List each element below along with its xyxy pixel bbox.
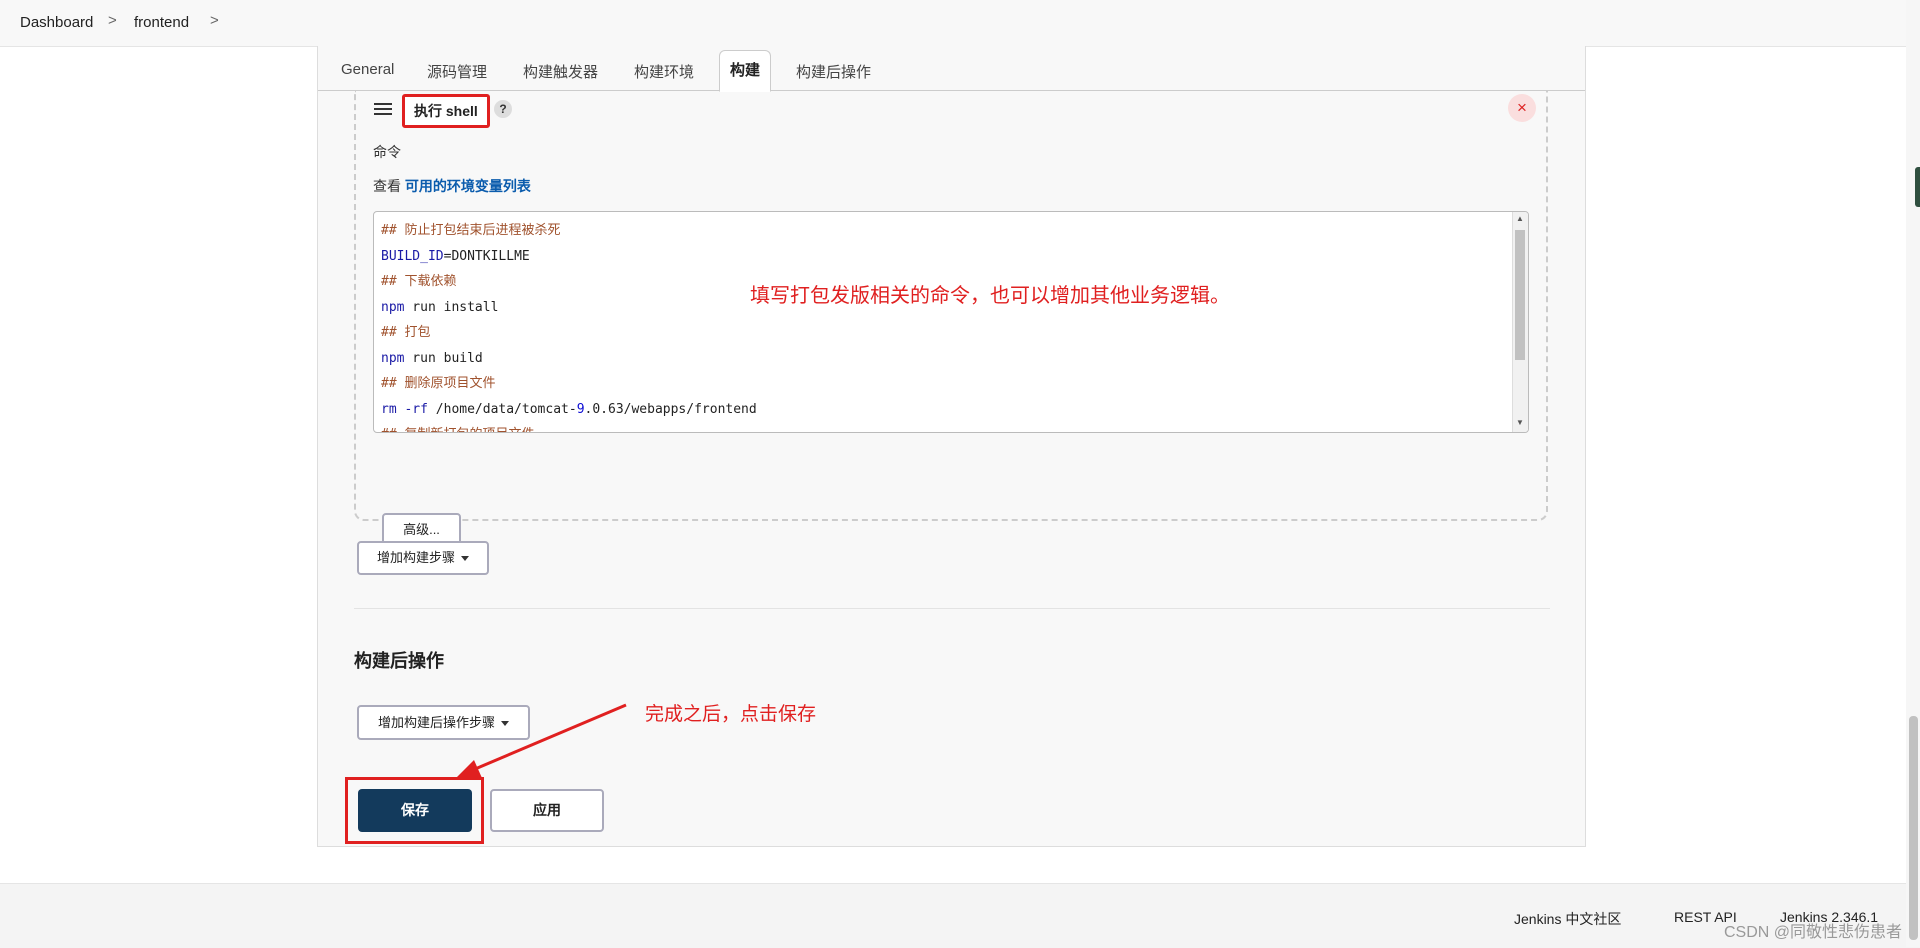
add-build-step-label: 增加构建步骤 xyxy=(376,550,455,565)
breadcrumb-separator-icon: > xyxy=(108,12,117,29)
add-build-step-button[interactable]: 增加构建步骤 xyxy=(357,541,489,575)
env-vars-link[interactable]: 可用的环境变量列表 xyxy=(405,178,531,194)
code-line: rm -rf /home/data/tomcat-9.0.63/webapps/… xyxy=(381,401,757,417)
code-line: ## 打包 xyxy=(381,325,431,340)
env-vars-line: 查看 可用的环境变量列表 xyxy=(373,176,531,196)
apply-button[interactable]: 应用 xyxy=(490,789,604,832)
tab-build-triggers[interactable]: 构建触发器 xyxy=(523,61,598,82)
code-line: ## 下载依赖 xyxy=(381,274,457,289)
footer: Jenkins 中文社区 REST API Jenkins 2.346.1 xyxy=(0,883,1920,948)
tab-build[interactable]: 构建 xyxy=(719,50,772,92)
env-vars-prefix: 查看 xyxy=(373,178,401,194)
editor-scroll-thumb[interactable] xyxy=(1515,230,1525,360)
scroll-down-icon[interactable]: ▼ xyxy=(1516,418,1524,427)
post-build-title: 构建后操作 xyxy=(354,651,444,671)
tab-general[interactable]: General xyxy=(341,61,394,78)
save-hint-annotation: 完成之后，点击保存 xyxy=(645,704,817,725)
watermark: CSDN @同敬性悲伤患者 xyxy=(1723,924,1902,941)
footer-community-link[interactable]: Jenkins 中文社区 xyxy=(1514,909,1621,929)
command-label: 命令 xyxy=(373,144,401,160)
side-tab-marker[interactable] xyxy=(1915,167,1920,207)
save-button[interactable]: 保存 xyxy=(358,789,472,832)
command-hint-annotation: 填写打包发版相关的命令，也可以增加其他业务逻辑。 xyxy=(750,285,1230,307)
help-icon[interactable]: ? xyxy=(494,100,512,118)
command-code[interactable]: ## 防止打包结束后进程被杀死 BUILD_ID=DONTKILLME ## 下载依… xyxy=(381,218,757,432)
breadcrumb-bar: Dashboard > frontend > xyxy=(0,0,1920,47)
code-line: ## 删除原项目文件 xyxy=(381,376,496,391)
code-line: npm run install xyxy=(381,299,499,315)
page-scroll-thumb[interactable] xyxy=(1909,716,1918,940)
scroll-up-icon[interactable]: ▲ xyxy=(1516,214,1524,223)
config-tabs: General 源码管理 构建触发器 构建环境 构建 构建后操作 xyxy=(318,46,1585,92)
editor-scrollbar[interactable]: ▲ ▼ xyxy=(1512,212,1528,432)
step-title: 执行 shell xyxy=(402,94,490,128)
tab-source-control[interactable]: 源码管理 xyxy=(427,61,487,82)
breadcrumb-dashboard[interactable]: Dashboard xyxy=(20,14,93,31)
drag-handle-icon[interactable] xyxy=(374,100,392,118)
code-line: ## 防止打包结束后进程被杀死 xyxy=(381,223,561,238)
code-line: ## 复制新打包的项目文件 xyxy=(381,422,757,432)
tab-build-environment[interactable]: 构建环境 xyxy=(634,61,694,82)
command-editor[interactable]: ## 防止打包结束后进程被杀死 BUILD_ID=DONTKILLME ## 下载依… xyxy=(373,211,1529,433)
code-line: npm run build xyxy=(381,350,483,366)
close-icon[interactable]: × xyxy=(1508,94,1536,122)
breadcrumb-dropdown-icon[interactable]: > xyxy=(210,12,219,29)
breadcrumb-frontend[interactable]: frontend xyxy=(134,14,189,31)
tab-post-build[interactable]: 构建后操作 xyxy=(796,61,871,82)
caret-down-icon xyxy=(461,556,469,562)
code-line: BUILD_ID=DONTKILLME xyxy=(381,248,530,264)
page-scrollbar[interactable] xyxy=(1906,0,1920,947)
section-divider xyxy=(354,608,1550,609)
